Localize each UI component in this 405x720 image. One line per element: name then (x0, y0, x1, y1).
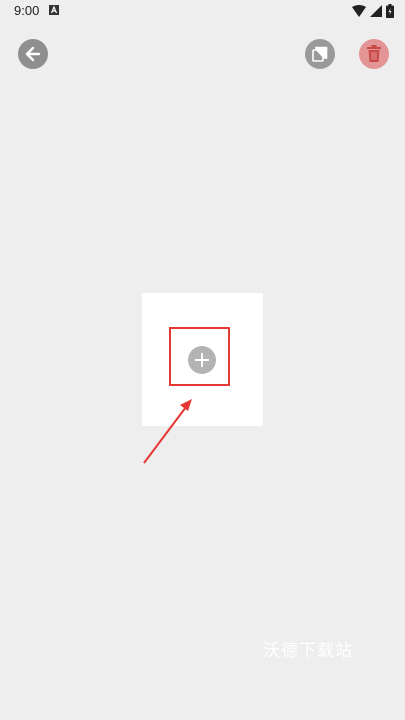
watermark-text: 沃德下载站 (263, 641, 353, 661)
annotation-arrow (143, 399, 192, 464)
